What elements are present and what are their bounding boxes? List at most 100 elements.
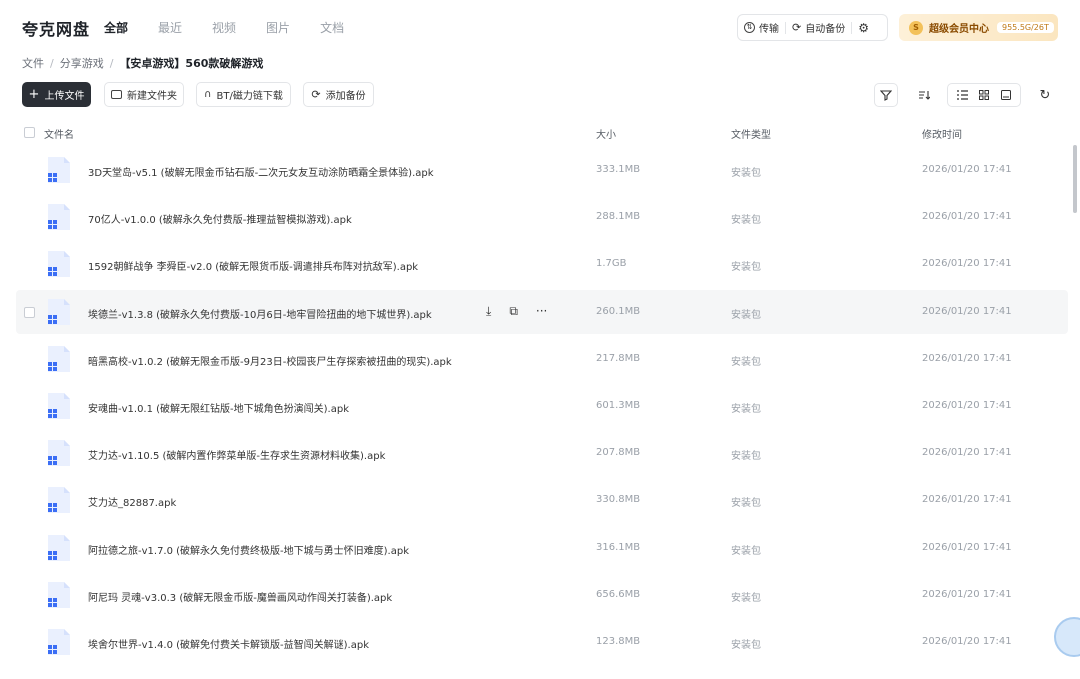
apk-file-icon [48, 204, 70, 231]
table-row[interactable]: 阿尼玛 灵魂-v3.0.3 (破解无限金币版-魔兽画风动作闯关打装备).apk 6… [16, 573, 1068, 617]
settings-button[interactable]: ⚙ [852, 21, 875, 35]
storage-usage: 955.5G/26T [997, 22, 1054, 33]
file-size: 260.1MB [596, 305, 641, 317]
file-name[interactable]: 埃德兰-v1.3.8 (破解永久免付费版-10月6日-地牢冒险扭曲的地下城世界)… [88, 306, 432, 321]
file-type: 安装包 [731, 168, 761, 179]
file-type: 安装包 [731, 404, 761, 415]
file-name[interactable]: 埃舍尔世界-v1.4.0 (破解免付费关卡解锁版-益智闯关解谜).apk [88, 636, 369, 651]
table-row[interactable]: 艾力达-v1.10.5 (破解内置作弊菜单版-生存求生资源材料收集).apk 20… [16, 431, 1068, 475]
apk-file-icon [48, 534, 70, 561]
file-mtime: 2026/01/20 17:41 [922, 588, 1012, 600]
top-actions: ⇅ 传输 ⟳ 自动备份 ⚙ [737, 14, 888, 41]
grid-view-button[interactable] [975, 86, 993, 104]
add-backup-label: 添加备份 [325, 91, 366, 102]
share-icon[interactable]: ⧉ [509, 304, 518, 319]
file-name[interactable]: 1592朝鲜战争 李舜臣-v2.0 (破解无限货币版-调遣排兵布阵对抗敌军).a… [88, 258, 418, 273]
file-name[interactable]: 安魂曲-v1.0.1 (破解无限红钻版-地下城角色扮演闯关).apk [88, 400, 349, 415]
file-type: 安装包 [731, 309, 761, 321]
file-type: 安装包 [731, 592, 761, 604]
file-mtime: 2026/01/20 17:41 [922, 211, 1012, 223]
file-size: 330.8MB [596, 494, 641, 506]
file-name[interactable]: 艾力达_82887.apk [88, 494, 176, 509]
file-mtime: 2026/01/20 17:41 [922, 305, 1012, 317]
apk-file-icon [48, 629, 70, 655]
vip-label: 超级会员中心 [929, 24, 989, 35]
table-row[interactable]: 艾力达_82887.apk 330.8MB 安装包 2026/01/20 17:41 [16, 478, 1068, 522]
preview-view-icon [1001, 90, 1011, 100]
tab-all[interactable]: 全部 [104, 19, 128, 36]
vip-badge-icon: S [909, 20, 923, 35]
file-type: 安装包 [731, 215, 761, 227]
breadcrumb-item-files[interactable]: 文件 [22, 55, 44, 71]
preview-view-button[interactable] [997, 86, 1015, 104]
refresh-button[interactable]: ↻ [1036, 86, 1054, 104]
table-row[interactable]: 安魂曲-v1.0.1 (破解无限红钻版-地下城角色扮演闯关).apk 601.3M… [16, 384, 1068, 428]
column-header-size[interactable]: 大小 [596, 126, 616, 141]
new-folder-button[interactable]: 新建文件夹 [104, 82, 184, 107]
table-row[interactable]: 3D天堂岛-v5.1 (破解无限金币钻石版-二次元女友互动涂防晒霜全景体验).a… [16, 148, 1068, 192]
file-name[interactable]: 艾力达-v1.10.5 (破解内置作弊菜单版-生存求生资源材料收集).apk [88, 447, 385, 462]
file-size: 288.1MB [596, 211, 641, 223]
tab-document[interactable]: 文档 [320, 19, 344, 36]
filter-button[interactable] [874, 83, 898, 107]
download-icon[interactable]: ⤓ [486, 304, 491, 319]
apk-file-icon [48, 298, 70, 325]
auto-backup-label: 自动备份 [805, 24, 846, 35]
column-header-mtime[interactable]: 修改时间 [922, 126, 962, 141]
refresh-icon: ↻ [1039, 87, 1051, 103]
sync-icon: ⟳ [792, 21, 802, 34]
table-row[interactable]: 1592朝鲜战争 李舜臣-v2.0 (破解无限货币版-调遣排兵布阵对抗敌军).a… [16, 242, 1068, 286]
apk-file-icon [48, 581, 70, 608]
tab-image[interactable]: 图片 [266, 19, 290, 36]
file-mtime: 2026/01/20 17:41 [922, 258, 1012, 270]
gear-icon: ⚙ [858, 20, 869, 35]
sort-button[interactable] [912, 83, 936, 107]
column-header-name[interactable]: 文件名 [44, 126, 74, 141]
file-size: 207.8MB [596, 447, 641, 459]
file-name[interactable]: 3D天堂岛-v5.1 (破解无限金币钻石版-二次元女友互动涂防晒霜全景体验).a… [88, 164, 434, 179]
transfer-button[interactable]: ⇅ 传输 [738, 20, 785, 35]
transfer-icon: ⇅ [744, 22, 755, 33]
file-mtime: 2026/01/20 17:41 [922, 352, 1012, 364]
file-type: 安装包 [731, 451, 761, 463]
tab-recent[interactable]: 最近 [158, 19, 182, 36]
apk-file-icon [48, 487, 70, 514]
scrollbar[interactable] [1073, 145, 1077, 213]
auto-backup-button[interactable]: ⟳ 自动备份 [786, 20, 851, 35]
table-row[interactable]: 70亿人-v1.0.0 (破解永久免付费版-推理益智模拟游戏).apk 288.1… [16, 195, 1068, 239]
bt-download-button[interactable]: ∩ BT/磁力链下载 [196, 82, 291, 107]
vip-center-button[interactable]: S 超级会员中心 955.5G/26T [899, 14, 1058, 41]
file-size: 601.3MB [596, 400, 641, 411]
sync-icon: ⟳ [311, 88, 321, 101]
new-folder-label: 新建文件夹 [127, 91, 177, 102]
table-row[interactable]: 阿拉德之旅-v1.7.0 (破解永久免付费终极版-地下城与勇士怀旧难度).apk… [16, 526, 1068, 570]
file-mtime: 2026/01/20 17:41 [922, 400, 1012, 411]
list-view-icon [956, 90, 968, 100]
table-row[interactable]: 暗黑高校-v1.0.2 (破解无限金币版-9月23日-校园丧尸生存探索被扭曲的现… [16, 337, 1068, 381]
file-name[interactable]: 阿拉德之旅-v1.7.0 (破解永久免付费终极版-地下城与勇士怀旧难度).apk [88, 542, 409, 557]
column-header-type[interactable]: 文件类型 [731, 126, 771, 141]
table-header: 文件名 大小 文件类型 修改时间 [0, 122, 1070, 142]
breadcrumb: 文件 / 分享游戏 / 【安卓游戏】560款破解游戏 [22, 55, 263, 71]
file-name[interactable]: 暗黑高校-v1.0.2 (破解无限金币版-9月23日-校园丧尸生存探索被扭曲的现… [88, 353, 452, 368]
file-type: 安装包 [731, 545, 761, 557]
table-row[interactable]: 埃德兰-v1.3.8 (破解永久免付费版-10月6日-地牢冒险扭曲的地下城世界)… [16, 289, 1068, 334]
file-size: 217.8MB [596, 352, 641, 364]
select-all-checkbox[interactable] [24, 127, 35, 138]
list-view-button[interactable] [953, 86, 971, 104]
tab-video[interactable]: 视频 [212, 19, 236, 36]
apk-file-icon [48, 345, 70, 372]
file-name[interactable]: 70亿人-v1.0.0 (破解永久免付费版-推理益智模拟游戏).apk [88, 211, 352, 226]
more-icon[interactable]: ··· [536, 304, 547, 319]
row-checkbox[interactable] [24, 306, 35, 318]
app-logo[interactable]: 夸克网盘 [22, 16, 90, 40]
add-backup-button[interactable]: ⟳ 添加备份 [303, 82, 374, 107]
apk-file-icon [48, 440, 70, 467]
apk-file-icon [48, 157, 70, 183]
breadcrumb-item-share-games[interactable]: 分享游戏 [60, 55, 104, 71]
upload-label: 上传文件 [44, 91, 85, 102]
table-row[interactable]: 埃舍尔世界-v1.4.0 (破解免付费关卡解锁版-益智闯关解谜).apk 123.… [16, 620, 1068, 664]
sort-icon [919, 91, 930, 100]
file-name[interactable]: 阿尼玛 灵魂-v3.0.3 (破解无限金币版-魔兽画风动作闯关打装备).apk [88, 589, 392, 604]
upload-button[interactable]: + 上传文件 [22, 82, 91, 107]
